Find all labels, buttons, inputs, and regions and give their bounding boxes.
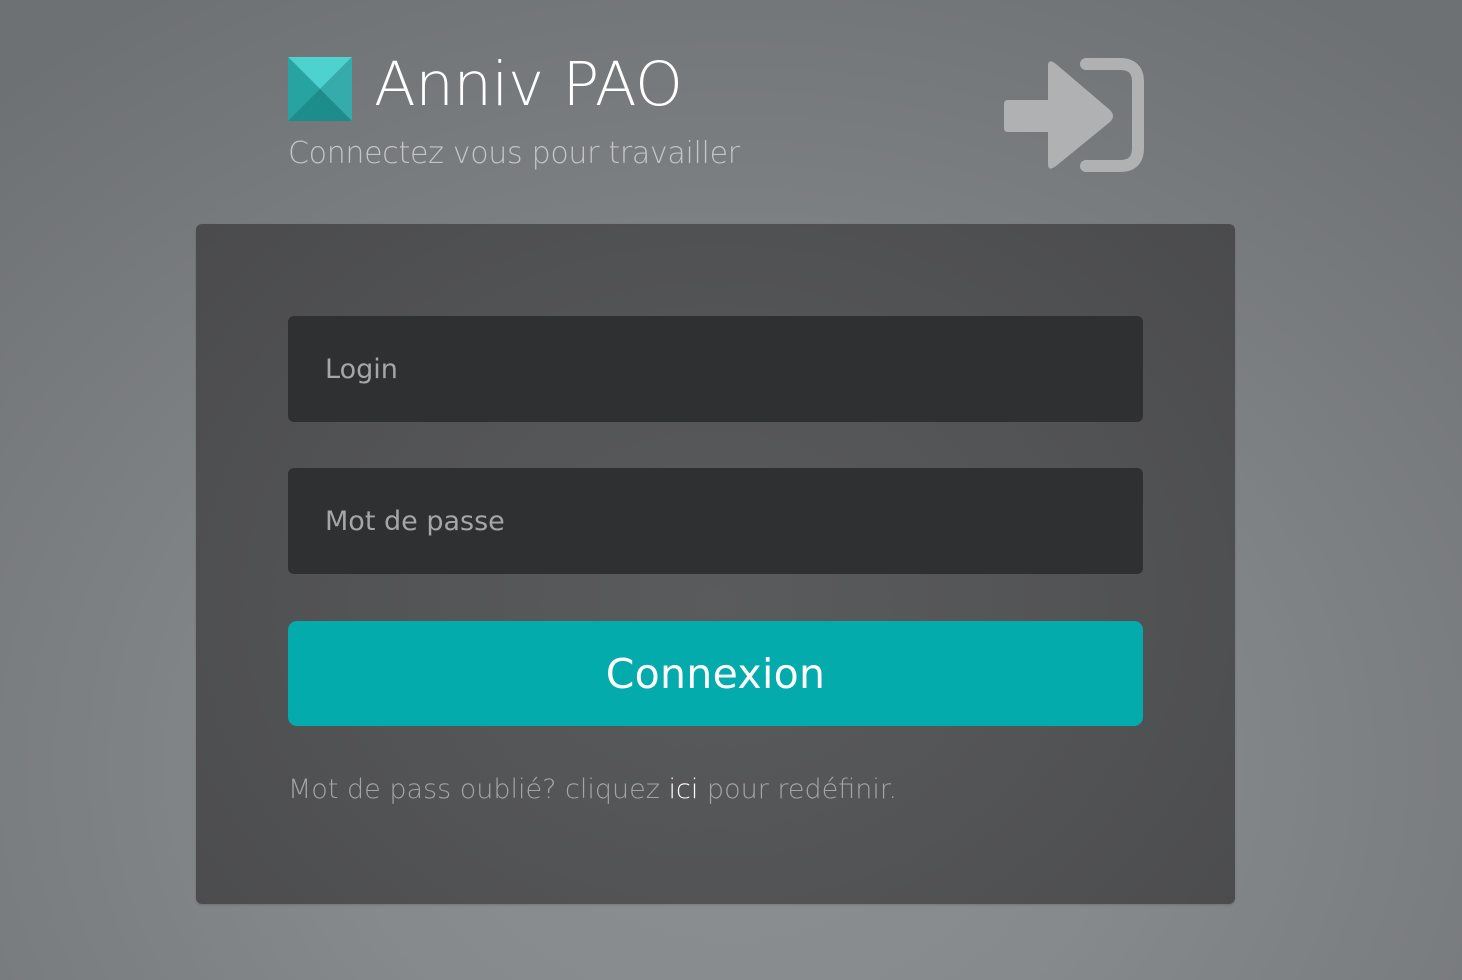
app-subtitle: Connectez vous pour travailler (288, 136, 740, 171)
forgot-password-suffix: pour redéfinir. (698, 774, 898, 805)
sign-in-icon (1004, 58, 1144, 172)
password-input[interactable] (288, 468, 1143, 574)
header: Anniv PAO Connectez vous pour travailler (288, 49, 1148, 180)
app-title: Anniv PAO (374, 49, 683, 120)
forgot-password-text: Mot de pass oublié? cliquez ici pour red… (288, 774, 897, 806)
forgot-password-prefix: Mot de pass oublié? cliquez (288, 774, 669, 805)
app-logo-icon (288, 57, 352, 121)
connexion-button[interactable]: Connexion (288, 621, 1143, 726)
reset-password-link[interactable]: ici (668, 774, 698, 805)
login-input[interactable] (288, 316, 1143, 422)
login-card: Connexion Mot de pass oublié? cliquez ic… (196, 224, 1235, 904)
